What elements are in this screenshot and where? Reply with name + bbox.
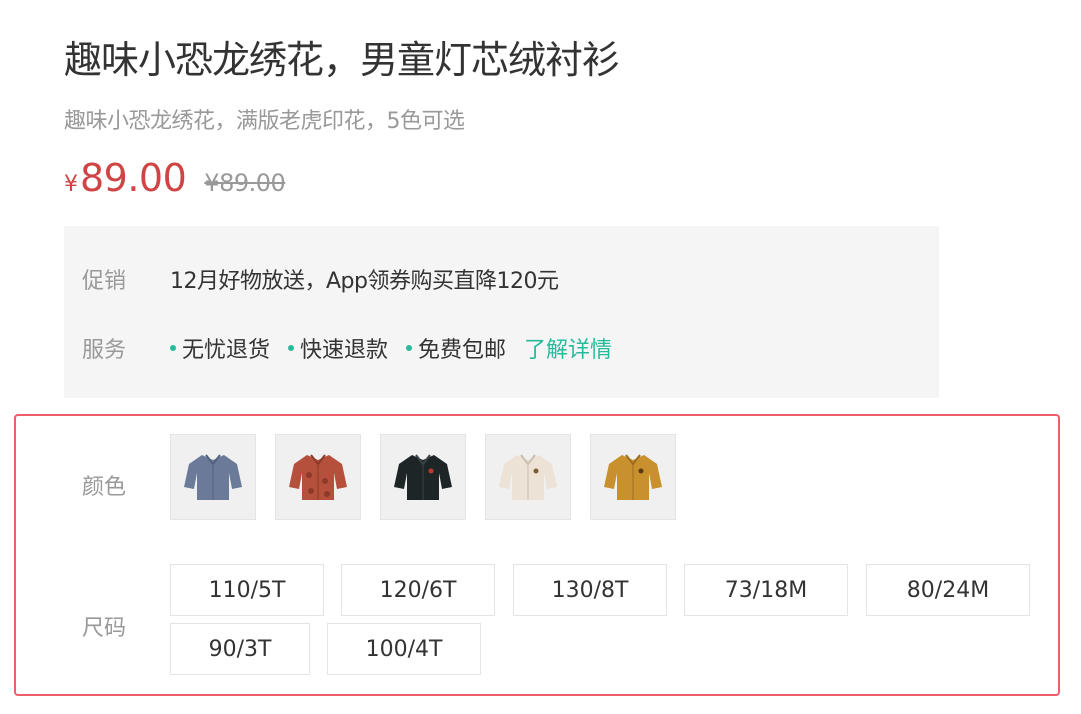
- shirt-icon: [289, 454, 347, 500]
- service-item-free-shipping: 免费包邮: [406, 332, 506, 364]
- color-option-mustard[interactable]: [590, 434, 676, 520]
- shirt-icon: [604, 454, 662, 500]
- bullet-dot-icon: [288, 345, 295, 351]
- sku-selector: 颜色 尺码 110/5T 120/6T 130/8T 73/18M 80/24M…: [14, 414, 1060, 696]
- bullet-dot-icon: [170, 345, 176, 351]
- service-label: 服务: [82, 338, 127, 363]
- promo-text: 12月好物放送，App领券购买直降120元: [170, 269, 559, 294]
- color-option-blue[interactable]: [170, 434, 256, 520]
- product-title: 趣味小恐龙绣花，男童灯芯绒衬衫: [64, 38, 620, 82]
- size-option[interactable]: 100/4T: [327, 623, 481, 675]
- color-option-cream[interactable]: [485, 434, 571, 520]
- color-option-black[interactable]: [380, 434, 466, 520]
- learn-more-link[interactable]: 了解详情: [524, 332, 612, 364]
- size-option[interactable]: 120/6T: [341, 564, 495, 616]
- original-price: ¥89.00: [204, 169, 286, 197]
- size-option[interactable]: 110/5T: [170, 564, 324, 616]
- service-item-fast-refund: 快速退款: [288, 332, 388, 364]
- promo-service-panel: 促销 12月好物放送，App领券购买直降120元 服务 无忧退货 快速退款 免费…: [64, 226, 939, 398]
- size-option[interactable]: 90/3T: [170, 623, 310, 675]
- price-currency-symbol: ¥: [64, 172, 78, 197]
- bullet-dot-icon: [406, 345, 413, 351]
- shirt-icon: [184, 454, 242, 500]
- service-item-label: 免费包邮: [418, 338, 507, 363]
- color-label: 颜色: [82, 475, 127, 500]
- current-price: 89.00: [80, 156, 187, 200]
- shirt-icon: [394, 454, 452, 500]
- service-item-label: 无忧退货: [182, 338, 271, 363]
- size-label: 尺码: [82, 616, 127, 641]
- service-item-no-worry-return: 无忧退货: [170, 332, 270, 364]
- product-subtitle: 趣味小恐龙绣花，满版老虎印花，5色可选: [64, 109, 465, 134]
- shirt-icon: [499, 454, 557, 500]
- color-option-red[interactable]: [275, 434, 361, 520]
- promo-label: 促销: [82, 269, 127, 294]
- service-list: 无忧退货 快速退款 免费包邮 了解详情: [170, 332, 612, 364]
- size-option[interactable]: 80/24M: [866, 564, 1030, 616]
- size-option[interactable]: 130/8T: [513, 564, 667, 616]
- price-row: ¥ 89.00 ¥89.00: [64, 156, 286, 206]
- size-option[interactable]: 73/18M: [684, 564, 848, 616]
- service-item-label: 快速退款: [300, 338, 389, 363]
